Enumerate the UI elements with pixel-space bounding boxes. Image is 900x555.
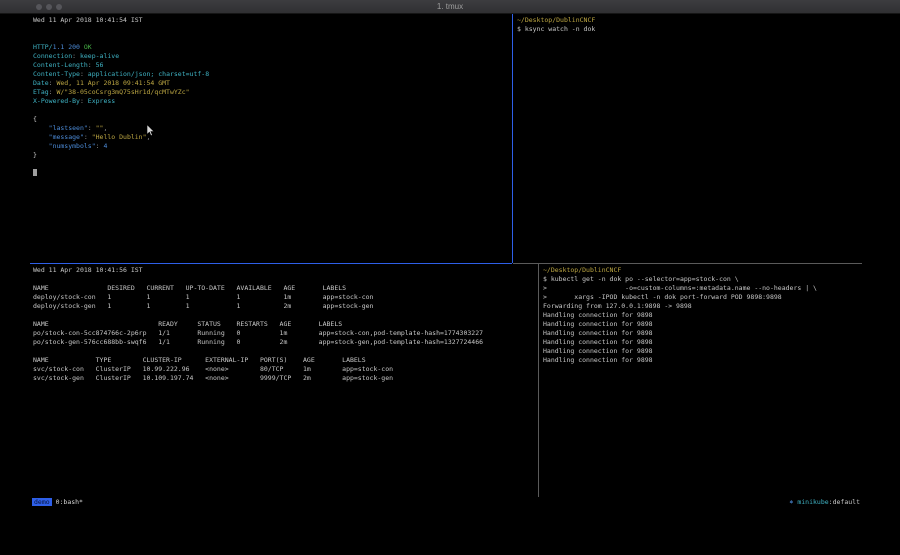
http-header-content-length: Content-Length: 56 — [33, 61, 209, 70]
mouse-pointer-icon — [146, 124, 155, 137]
kubectl-command-line-1: $ kubectl get -n dok po --selector=app=s… — [543, 275, 817, 284]
pane-divider-horizontal-right[interactable] — [513, 263, 862, 264]
services-table: NAME TYPE CLUSTER-IP EXTERNAL-IP PORT(S)… — [33, 356, 483, 383]
handling-line: Handling connection for 9898 — [543, 356, 817, 365]
http-header-date: Date: Wed, 11 Apr 2018 09:41:54 GMT — [33, 79, 209, 88]
window-title: 1. tmux — [0, 0, 900, 14]
deployments-table: NAME DESIRED CURRENT UP-TO-DATE AVAILABL… — [33, 284, 483, 311]
window-indicator[interactable]: 0:bash* — [56, 498, 83, 506]
terminal-cursor — [33, 169, 37, 176]
handling-line: Handling connection for 9898 — [543, 338, 817, 347]
json-entry-numsymbols: "numsymbols": 4 — [33, 142, 209, 151]
kube-context-status: ⎈ minikube:default — [790, 497, 860, 507]
tmux-status-bar: demo 0:bash* ⎈ minikube:default — [30, 497, 862, 507]
pane-port-forward[interactable]: ~/Desktop/DublinCNCF $ kubectl get -n do… — [543, 266, 817, 365]
status-left: demo 0:bash* — [32, 497, 83, 507]
handling-line: Handling connection for 9898 — [543, 320, 817, 329]
http-header-connection: Connection: keep-alive — [33, 52, 209, 61]
prompt-line — [33, 169, 209, 178]
http-status-line: HTTP/1.1 200 OK — [33, 43, 209, 52]
traffic-lights — [36, 4, 62, 10]
ksync-command-line: $ ksync watch -n dok — [517, 25, 595, 34]
json-entry-lastseen: "lastseen": "", — [33, 124, 209, 133]
zoom-button[interactable] — [56, 4, 62, 10]
http-header-content-type: Content-Type: application/json; charset=… — [33, 70, 209, 79]
kubectl-command-line-3: > xargs -IPOD kubectl -n dok port-forwar… — [543, 293, 817, 302]
pane-kubectl-tables[interactable]: Wed 11 Apr 2018 10:41:56 IST NAME DESIRE… — [33, 266, 483, 383]
pane-divider-vertical-bottom[interactable] — [538, 264, 539, 497]
pane-ksync[interactable]: ~/Desktop/DublinCNCF $ ksync watch -n do… — [517, 16, 595, 34]
pods-table: NAME READY STATUS RESTARTS AGE LABELS po… — [33, 320, 483, 347]
pane-http-response[interactable]: Wed 11 Apr 2018 10:41:54 IST HTTP/1.1 20… — [33, 16, 209, 178]
http-header-etag: ETag: W/"38-05coCsrg3mQ75sHr1d/qcMTwYZc" — [33, 88, 209, 97]
timestamp-top-left: Wed 11 Apr 2018 10:41:54 IST — [33, 16, 209, 25]
cwd-path-top-right: ~/Desktop/DublinCNCF — [517, 16, 595, 25]
json-open-brace: { — [33, 115, 209, 124]
handling-line: Handling connection for 9898 — [543, 347, 817, 356]
handling-line: Handling connection for 9898 — [543, 311, 817, 320]
timestamp-bottom-left: Wed 11 Apr 2018 10:41:56 IST — [33, 266, 483, 275]
http-header-x-powered-by: X-Powered-By: Express — [33, 97, 209, 106]
close-button[interactable] — [36, 4, 42, 10]
window-titlebar[interactable]: 1. tmux — [0, 0, 900, 14]
kube-cluster-name: minikube — [797, 498, 828, 506]
json-close-brace: } — [33, 151, 209, 160]
pane-divider-vertical-top[interactable] — [512, 14, 513, 263]
handling-line: Handling connection for 9898 — [543, 329, 817, 338]
cwd-path-bottom-right: ~/Desktop/DublinCNCF — [543, 266, 817, 275]
minimize-button[interactable] — [46, 4, 52, 10]
session-name[interactable]: demo — [32, 498, 52, 506]
kube-namespace: default — [833, 498, 860, 506]
forwarding-line: Forwarding from 127.0.0.1:9898 -> 9898 — [543, 302, 817, 311]
terminal-window[interactable]: Wed 11 Apr 2018 10:41:54 IST HTTP/1.1 20… — [30, 14, 862, 507]
pane-divider-horizontal-left[interactable] — [30, 263, 512, 264]
json-entry-message: "message": "Hello Dublin", — [33, 133, 209, 142]
kubectl-command-line-2: > -o=custom-columns=:metadata.name --no-… — [543, 284, 817, 293]
